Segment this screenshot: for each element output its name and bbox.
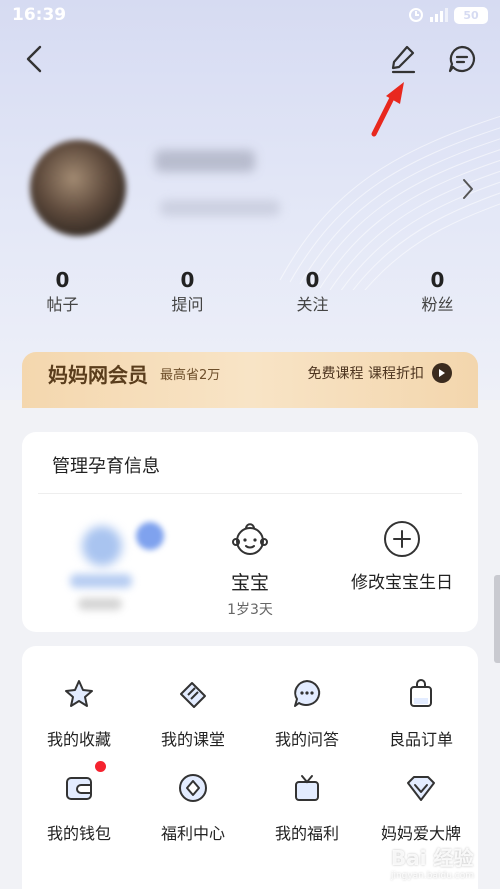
battery-icon: 50	[454, 6, 488, 24]
baby-profile-item[interactable]: 宝宝 1岁3天	[190, 520, 310, 619]
menu-item-orders[interactable]: 良品订单	[364, 676, 478, 750]
vip-membership-banner[interactable]: 妈妈网会员 最高省2万 免费课程 课程折扣	[22, 352, 478, 408]
vip-subtitle: 最高省2万	[160, 367, 221, 383]
menu-item-label: 妈妈爱大牌	[380, 824, 461, 843]
play-icon	[432, 363, 452, 383]
annotation-arrow-icon	[371, 82, 404, 137]
avatar[interactable]	[30, 140, 126, 236]
menu-item-label: 我的福利	[274, 824, 339, 843]
qa-icon	[294, 680, 321, 707]
baby-age: 1岁3天	[227, 602, 273, 618]
stat-following[interactable]: 0 关注	[250, 266, 375, 316]
shopping-bag-icon	[410, 679, 432, 707]
welfare-icon	[179, 774, 207, 802]
back-button[interactable]	[18, 42, 50, 76]
stat-count: 0	[305, 268, 320, 292]
classroom-icon	[180, 682, 206, 708]
wallet-icon	[66, 777, 92, 800]
diamond-icon	[407, 776, 435, 801]
menu-item-label: 我的钱包	[46, 824, 111, 843]
chevron-right-icon	[463, 179, 473, 199]
stat-count: 0	[55, 268, 70, 292]
menu-grid: 我的收藏 我的课堂 我的问答 良品订单 我的钱包 福利中心 我的福利 妈妈爱大牌	[22, 676, 478, 844]
divider	[38, 493, 462, 494]
user-info-blurred	[160, 200, 280, 216]
watermark-url: jingyan.baidu.com	[390, 871, 474, 881]
parenting-info-title: 管理孕育信息	[52, 456, 160, 477]
pencil-icon	[391, 45, 416, 74]
menu-item-label: 福利中心	[160, 824, 225, 843]
username-blurred	[155, 150, 255, 172]
signal-icon	[430, 8, 448, 22]
stat-followers[interactable]: 0 粉丝	[375, 266, 500, 316]
vip-promo[interactable]: 免费课程 课程折扣	[308, 363, 452, 383]
parenting-info-card: 管理孕育信息 宝宝 1岁3天 修改宝宝生日	[22, 432, 478, 632]
profile-stats: 0 帖子 0 提问 0 关注 0 粉丝	[0, 266, 500, 316]
stat-label: 关注	[296, 295, 329, 314]
stat-label: 提问	[171, 295, 204, 314]
status-bar: 16:39 50	[0, 0, 500, 30]
chevron-left-icon	[26, 45, 42, 73]
stat-count: 0	[430, 268, 445, 292]
stat-label: 帖子	[46, 295, 79, 314]
menu-item-wallet[interactable]: 我的钱包	[22, 761, 136, 844]
vip-title: 妈妈网会员	[48, 362, 148, 387]
add-circle-icon	[384, 521, 420, 557]
baby-profile-blurred[interactable]	[70, 522, 180, 622]
menu-item-welfare-center[interactable]: 福利中心	[136, 770, 250, 844]
watermark: Bai 经验 jingyan.baidu.com	[391, 842, 474, 881]
stat-posts[interactable]: 0 帖子	[0, 266, 125, 316]
menu-item-qa[interactable]: 我的问答	[250, 676, 364, 750]
menu-item-label: 我的课堂	[160, 730, 225, 749]
stat-label: 粉丝	[421, 295, 454, 314]
messages-button[interactable]	[444, 42, 480, 76]
baby-face-icon	[232, 523, 268, 555]
menu-item-label: 我的收藏	[46, 730, 111, 749]
stat-count: 0	[180, 268, 195, 292]
chat-bubble-icon	[448, 45, 476, 73]
menu-item-classroom[interactable]: 我的课堂	[136, 676, 250, 750]
alarm-icon	[409, 8, 423, 22]
menu-item-my-welfare[interactable]: 我的福利	[250, 770, 364, 844]
watermark-brand: Bai 经验	[390, 846, 474, 870]
status-icons: 50	[408, 6, 488, 24]
edit-birthday-button[interactable]: 修改宝宝生日	[340, 520, 464, 593]
edit-birthday-label: 修改宝宝生日	[351, 573, 453, 593]
status-time: 16:39	[12, 5, 67, 25]
menu-item-label: 良品订单	[388, 730, 453, 749]
profile-detail-button[interactable]	[456, 172, 480, 206]
menu-item-label: 我的问答	[274, 730, 339, 749]
edit-profile-button[interactable]	[386, 42, 420, 76]
menu-item-brands[interactable]: 妈妈爱大牌	[364, 770, 478, 844]
vip-promo-text: 免费课程 课程折扣	[307, 366, 424, 382]
baby-name: 宝宝	[230, 572, 269, 594]
notification-dot	[95, 761, 106, 772]
menu-item-favorites[interactable]: 我的收藏	[22, 676, 136, 750]
scrollbar[interactable]	[494, 575, 500, 663]
star-icon	[65, 680, 93, 707]
gift-icon	[295, 775, 319, 801]
stat-questions[interactable]: 0 提问	[125, 266, 250, 316]
